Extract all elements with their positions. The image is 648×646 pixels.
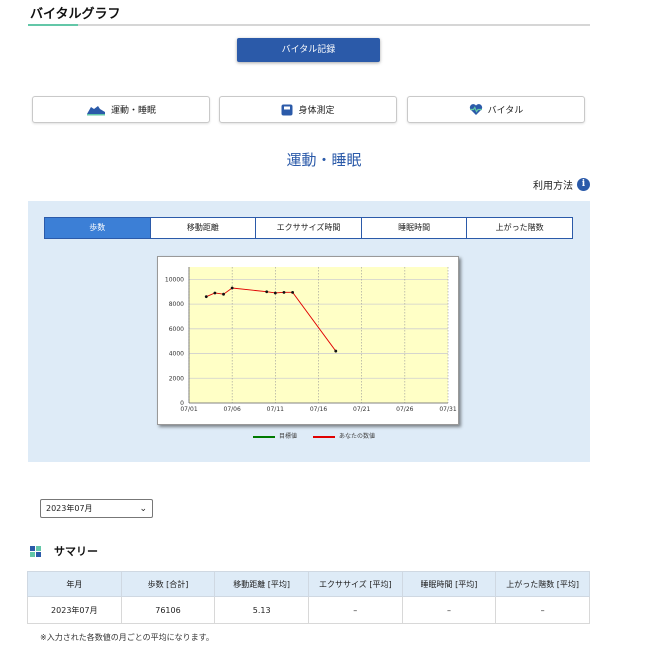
heart-pulse-icon (469, 103, 483, 116)
category-exercise-sleep-button[interactable]: 運動・睡眠 (32, 96, 210, 123)
chart-legend: 目標値 あなたの数値 (253, 431, 375, 440)
tab-distance[interactable]: 移動距離 (149, 218, 256, 238)
tab-floors[interactable]: 上がった階数 (466, 218, 572, 238)
legend-item-target: 目標値 (253, 431, 297, 440)
column-header: エクササイズ [平均] (307, 571, 403, 597)
data-point (213, 291, 217, 295)
data-point (273, 291, 277, 295)
column-header: 移動距離 [平均] (214, 571, 309, 597)
legend-swatch (253, 435, 275, 438)
scale-icon (281, 104, 293, 116)
month-select-value: 2023年07月 (46, 504, 93, 513)
legend-label: 目標値 (279, 433, 298, 440)
table-row: 2023年07月 76106 5.13 – – – (27, 596, 590, 624)
category-vital-button[interactable]: バイタル (407, 96, 585, 123)
category-body-measurement-button[interactable]: 身体測定 (219, 96, 397, 123)
tab-sleep-time[interactable]: 睡眠時間 (360, 218, 467, 238)
summary-table: 年月 歩数 [合計] 移動距離 [平均] エクササイズ [平均] 睡眠時間 [平… (27, 571, 590, 624)
plot-area (189, 267, 448, 403)
y-tick-label: 2000 (169, 375, 184, 382)
vital-record-button[interactable]: バイタル記録 (237, 38, 380, 62)
chart-panel: 歩数 移動距離 エクササイズ時間 睡眠時間 上がった階数 0 2000 4000 60… (28, 201, 590, 462)
summary-note: ※入力された各数値の月ごとの平均になります。 (40, 633, 214, 642)
category-label: バイタル (487, 106, 524, 116)
legend-item-yours: あなたの数値 (313, 431, 375, 440)
shoe-icon (86, 104, 106, 116)
x-tick-label: 07/31 (439, 406, 456, 413)
data-point (230, 286, 234, 290)
steps-chart: 0 2000 4000 6000 8000 10000 07/01 07/06 07/11 07/… (157, 256, 459, 425)
y-tick-label: 8000 (169, 301, 184, 308)
category-label: 運動・睡眠 (110, 106, 156, 116)
data-point (265, 290, 269, 294)
table-cell: 5.13 (214, 596, 309, 624)
grid-icon-cell (30, 545, 35, 551)
data-point (282, 290, 286, 294)
legend-swatch (313, 435, 336, 438)
info-icon: i (577, 178, 590, 191)
column-header: 上がった階数 [平均] (495, 571, 590, 597)
grid-icon-cell (30, 551, 35, 557)
data-point (222, 292, 225, 296)
x-tick-label: 07/21 (353, 406, 370, 413)
table-cell: 2023年07月 (27, 596, 122, 624)
x-tick-label: 07/26 (396, 406, 413, 413)
metric-tabs: 歩数 移動距離 エクササイズ時間 睡眠時間 上がった階数 (44, 217, 573, 239)
data-point (334, 349, 338, 353)
data-point (204, 295, 208, 299)
y-tick-label: 4000 (169, 351, 184, 358)
table-cell: – (307, 596, 403, 624)
month-select[interactable]: 2023年07月 ⌄ (40, 499, 153, 518)
x-tick-label: 07/01 (180, 406, 197, 413)
legend-label: あなたの数値 (339, 433, 376, 440)
x-tick-label: 07/16 (310, 406, 327, 413)
column-header: 年月 (27, 571, 122, 597)
y-tick-label: 6000 (169, 326, 184, 333)
table-cell: 76106 (120, 596, 216, 624)
grid-icon-cell (36, 545, 41, 551)
data-point (291, 290, 294, 294)
summary-title: サマリー (54, 545, 98, 558)
usage-help-link[interactable]: 利用方法 i (533, 177, 590, 192)
summary-heading: サマリー (30, 543, 98, 559)
category-label: 身体測定 (298, 106, 335, 116)
section-title: 運動・睡眠 (286, 151, 362, 169)
title-underline (28, 24, 590, 26)
x-tick-label: 07/11 (267, 406, 284, 413)
y-tick-label: 10000 (165, 276, 184, 283)
column-header: 歩数 [合計] (120, 571, 216, 597)
grid-icon (30, 545, 41, 557)
column-header: 睡眠時間 [平均] (401, 571, 497, 597)
grid-icon-cell (36, 551, 41, 557)
table-header-row: 年月 歩数 [合計] 移動距離 [平均] エクササイズ [平均] 睡眠時間 [平… (27, 571, 590, 597)
table-cell: – (495, 596, 590, 624)
tab-steps[interactable]: 歩数 (45, 218, 150, 238)
chart-svg: 020004000600080001000007/01 07/06 07/11 07/… (165, 267, 457, 413)
usage-label: 利用方法 (533, 181, 573, 192)
page-title: バイタルグラフ (30, 7, 121, 22)
table-cell: – (401, 596, 497, 624)
chevron-down-icon: ⌄ (139, 504, 147, 514)
x-tick-label: 07/06 (224, 406, 241, 413)
tab-exercise-time[interactable]: エクササイズ時間 (255, 218, 361, 238)
